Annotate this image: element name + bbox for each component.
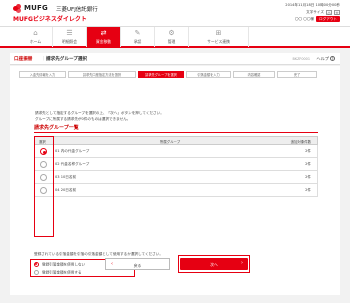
font-large-button[interactable]: 大 xyxy=(334,9,340,15)
page-category: 口座振替 xyxy=(14,57,33,62)
header: MUFG 三菱UFJ信託銀行 MUFGビジネスダイレクト 2014年11月18日… xyxy=(0,0,350,26)
nav-item-5[interactable]: ⊞ サービス連携 xyxy=(189,27,249,47)
back-button-label: 戻る xyxy=(133,262,142,268)
nav-item-label: サービス連携 xyxy=(207,39,230,44)
chevron-right-icon: › xyxy=(241,260,243,266)
help-label: ヘルプ xyxy=(316,56,329,61)
brand-logo-text: MUFG xyxy=(24,4,48,12)
bank-name: 三菱UFJ信託銀行 xyxy=(56,7,98,13)
nav-item-0[interactable]: ⌂ ホーム xyxy=(19,27,53,47)
back-button[interactable]: ‹ 戻る xyxy=(105,258,170,270)
global-nav-items: ⌂ ホーム ☰ 明細照会 ⇄ 資金移動 ✎ 承認 ⚙ 管理 ⊞ サービス連携 xyxy=(19,27,331,47)
help-icon: ? xyxy=(330,56,335,61)
help-link[interactable]: ヘルプ? xyxy=(316,56,335,62)
nav-item-1[interactable]: ☰ 明細照会 xyxy=(53,27,87,47)
user-name: 〇〇 〇〇様 xyxy=(294,16,315,21)
next-button-label: 次へ xyxy=(210,261,218,267)
global-nav: ⌂ ホーム ☰ 明細照会 ⇄ 資金移動 ✎ 承認 ⚙ 管理 ⊞ サービス連携 xyxy=(0,26,350,48)
service-name: MUFGビジネスダイレクト xyxy=(13,16,87,23)
settings-icon: ⚙ xyxy=(168,29,175,37)
font-size-label: 文字サイズ xyxy=(306,9,324,14)
nav-item-label: 承認 xyxy=(133,39,142,44)
logout-button[interactable]: ログアウト xyxy=(316,16,340,22)
button-area: ‹ 戻る 次へ › xyxy=(10,66,340,295)
screen-code: BKZF0001 xyxy=(292,57,310,61)
nav-item-label: 資金移動 xyxy=(95,39,112,44)
next-button[interactable]: 次へ › xyxy=(180,258,248,270)
list-icon: ☰ xyxy=(66,29,73,37)
nav-item-label: 明細照会 xyxy=(61,39,78,44)
nav-item-label: 管理 xyxy=(167,39,176,44)
approval-icon: ✎ xyxy=(134,29,141,37)
nav-item-4[interactable]: ⚙ 管理 xyxy=(155,27,189,47)
font-size-controls: 文字サイズ 小 大 xyxy=(306,9,340,15)
font-small-button[interactable]: 小 xyxy=(326,9,332,15)
nav-item-3[interactable]: ✎ 承認 xyxy=(121,27,155,47)
home-icon: ⌂ xyxy=(33,29,38,37)
nav-item-label: ホーム xyxy=(29,39,42,44)
nav-item-2[interactable]: ⇄ 資金移動 xyxy=(87,27,121,47)
mufg-logo-icon xyxy=(13,4,22,13)
transfer-icon: ⇄ xyxy=(100,29,107,37)
page-title: 請求先グループ選択 xyxy=(46,57,88,62)
app-root: MUFG 三菱UFJ信託銀行 MUFGビジネスダイレクト 2014年11月18日… xyxy=(0,0,350,303)
user-area: 〇〇 〇〇様 ログアウト xyxy=(295,16,340,22)
login-datetime: 2014年11月18日 10時00分00秒 xyxy=(285,3,340,7)
title-separator: ｜ xyxy=(41,57,46,62)
page-title-bar: 口座振替 ｜ 請求先グループ選択 BKZF0001 ヘルプ? xyxy=(10,53,340,65)
link-icon: ⊞ xyxy=(215,29,222,37)
